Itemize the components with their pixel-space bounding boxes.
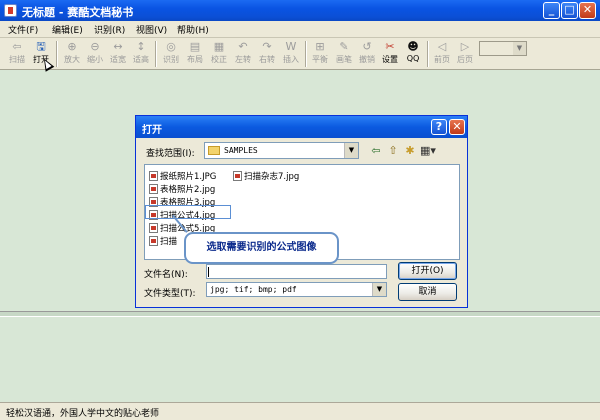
- menu-edit[interactable]: 编辑(E): [52, 23, 83, 36]
- list-item[interactable]: 报纸照片1.JPG: [149, 170, 216, 182]
- dialog-title: 打开: [142, 125, 162, 136]
- fit-height-icon: ↕: [136, 40, 146, 53]
- new-folder-icon[interactable]: ✱: [403, 144, 417, 158]
- menu-bar: 文件(F) 编辑(E) 识别(R) 视图(V) 帮助(H): [0, 21, 600, 38]
- toolbar-fit-height-label: 适高: [133, 55, 149, 64]
- filetype-label: 文件类型(T):: [144, 289, 196, 299]
- toolbar-next-page-button[interactable]: ▷ 后页: [454, 39, 476, 69]
- layout-icon: ▤: [189, 40, 201, 53]
- toolbar-insert-label: 插入: [283, 55, 299, 64]
- folder-icon: [208, 146, 220, 155]
- menu-file[interactable]: 文件(F): [8, 23, 38, 36]
- callout-tip: 选取需要识别的公式图像: [184, 232, 339, 264]
- file-name: 报纸照片1.JPG: [160, 172, 217, 182]
- qq-icon: ☻: [407, 40, 419, 53]
- toolbar-qq-button[interactable]: ☻ QQ: [402, 39, 424, 69]
- image-file-icon: [233, 171, 242, 181]
- file-name: 扫描: [160, 237, 178, 247]
- rotate-right-icon: ↷: [262, 40, 272, 53]
- status-bar: 轻松汉语通，外国人学中文的贴心老师: [0, 402, 600, 420]
- chevron-down-icon[interactable]: ▼: [372, 283, 386, 296]
- settings-icon: ✂: [385, 40, 395, 53]
- close-button[interactable]: ✕: [579, 2, 596, 19]
- list-item[interactable]: 表格照片2.jpg: [149, 183, 215, 195]
- image-file-icon: [149, 171, 158, 181]
- balance-icon: ⊞: [315, 40, 325, 53]
- back-icon[interactable]: ⇦: [369, 144, 383, 158]
- zoom-in-icon: ⊕: [67, 40, 77, 53]
- lookin-label: 查找范围(I):: [146, 149, 195, 159]
- text-edit-pane[interactable]: [0, 317, 600, 403]
- next-page-icon: ▷: [460, 40, 470, 53]
- file-name: 扫描杂志7.jpg: [244, 172, 300, 182]
- toolbar-balance-button[interactable]: ⊞ 平衡: [309, 39, 331, 69]
- zoom-combo[interactable]: ▼: [479, 41, 527, 56]
- open-file-dialog: 打开 ? ✕ 查找范围(I): SAMPLES ▼ ⇦ ⇧ ✱ ▦▾ 报纸照片1…: [135, 115, 468, 308]
- insert-icon: W: [285, 40, 297, 53]
- menu-recognize[interactable]: 识别(R): [94, 23, 125, 36]
- window-title: 无标题 - 赛酷文档秘书: [22, 6, 134, 19]
- toolbar-layout-button[interactable]: ▤ 布局: [184, 39, 206, 69]
- toolbar-rotate-right-button[interactable]: ↷ 右转: [256, 39, 278, 69]
- dialog-close-button[interactable]: ✕: [449, 119, 465, 135]
- open-button[interactable]: 打开(O): [398, 262, 457, 280]
- open-folder-icon: 🖫: [36, 40, 46, 53]
- toolbar-qq-label: QQ: [406, 54, 420, 63]
- filetype-value: jpg; tif; bmp; pdf: [210, 285, 297, 294]
- scanner-icon: ⇦: [12, 40, 22, 53]
- menu-help[interactable]: 帮助(H): [177, 23, 209, 36]
- dialog-title-bar: 打开 ? ✕: [136, 116, 467, 138]
- chevron-down-icon[interactable]: ▼: [344, 143, 358, 158]
- correct-icon: ▦: [213, 40, 225, 53]
- image-file-icon: [149, 184, 158, 194]
- image-file-icon: [149, 223, 158, 233]
- recognize-icon: ◎: [166, 40, 176, 53]
- toolbar-insert-button[interactable]: W 插入: [280, 39, 302, 69]
- lookin-dropdown[interactable]: SAMPLES ▼: [204, 142, 359, 159]
- chevron-down-icon[interactable]: ▼: [513, 42, 526, 55]
- filename-input[interactable]: [206, 264, 387, 279]
- undo-icon: ↺: [362, 40, 372, 53]
- text-caret: [208, 267, 209, 277]
- toolbar-rotate-left-button[interactable]: ↶ 左转: [232, 39, 254, 69]
- lookin-value: SAMPLES: [224, 146, 258, 155]
- filetype-dropdown[interactable]: jpg; tif; bmp; pdf ▼: [206, 282, 387, 297]
- file-name: 表格照片2.jpg: [160, 185, 216, 195]
- toolbar-fit-height-button[interactable]: ↕ 适高: [130, 39, 152, 69]
- maximize-button[interactable]: □: [561, 2, 578, 19]
- status-text: 轻松汉语通，外国人学中文的贴心老师: [6, 409, 160, 419]
- up-folder-icon[interactable]: ⇧: [386, 144, 400, 158]
- menu-view[interactable]: 视图(V): [136, 23, 167, 36]
- fit-width-icon: ↔: [113, 40, 123, 53]
- toolbar-recognize-button[interactable]: ◎ 识别: [160, 39, 182, 69]
- toolbar-next-page-label: 后页: [457, 55, 473, 64]
- title-bar: 无标题 - 赛酷文档秘书 _ □ ✕: [0, 0, 600, 21]
- list-item[interactable]: 扫描: [149, 235, 177, 247]
- app-icon: [4, 4, 17, 17]
- dialog-help-button[interactable]: ?: [431, 119, 447, 135]
- prev-page-icon: ◁: [437, 40, 447, 53]
- filename-label: 文件名(N):: [144, 270, 188, 280]
- toolbar-correct-button[interactable]: ▦ 校正: [208, 39, 230, 69]
- toolbar-scan-button[interactable]: ⇦ 扫描: [6, 39, 28, 69]
- cancel-button[interactable]: 取消: [398, 283, 457, 301]
- minimize-button[interactable]: _: [543, 2, 560, 19]
- view-menu-icon[interactable]: ▦▾: [420, 144, 436, 158]
- rotate-left-icon: ↶: [238, 40, 248, 53]
- pen-icon: ✎: [339, 40, 349, 53]
- image-file-icon: [149, 236, 158, 246]
- zoom-out-icon: ⊖: [90, 40, 100, 53]
- list-item[interactable]: 扫描杂志7.jpg: [233, 170, 299, 182]
